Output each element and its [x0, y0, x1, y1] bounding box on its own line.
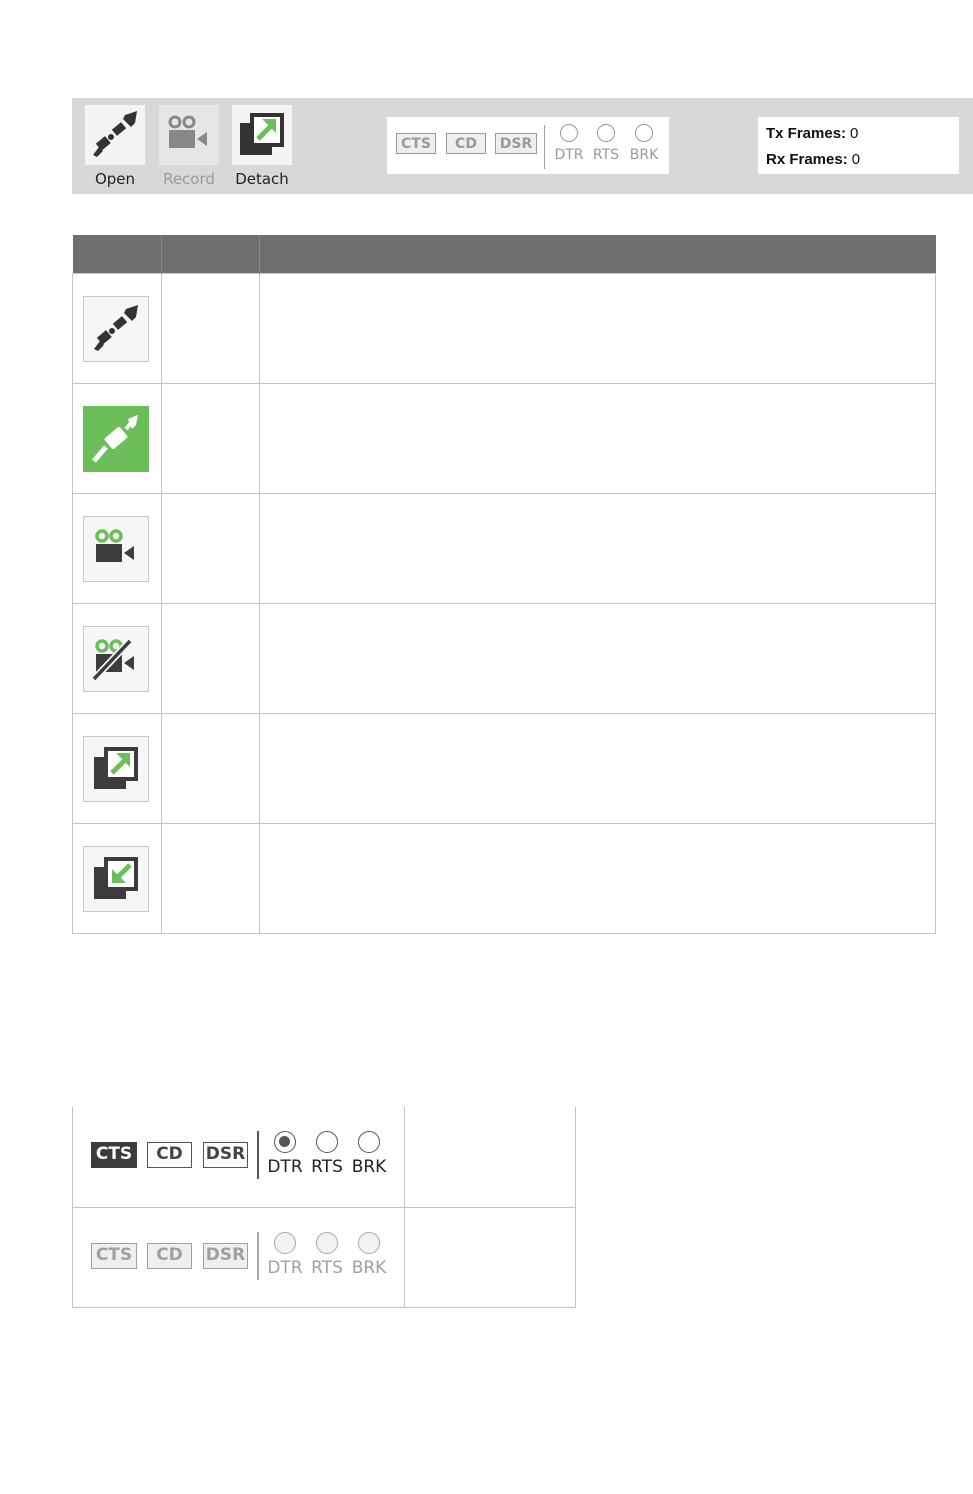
signal-separator: [257, 1131, 259, 1179]
open-button[interactable]: [85, 105, 145, 165]
detach-label: Detach: [235, 170, 289, 188]
signal-separator: [257, 1232, 259, 1280]
icon-cell: [72, 823, 162, 934]
connector-open-icon: [94, 304, 138, 351]
brk-label: BRK: [629, 147, 659, 163]
tx-frames-label: Tx Frames:: [766, 125, 847, 142]
record-camera-icon: [168, 115, 207, 148]
table-cell: [161, 713, 260, 824]
icon-cell: [72, 493, 162, 604]
table-row: [72, 273, 936, 384]
table-row: CTS CD DSR DTR RTS BRK: [73, 1107, 575, 1207]
brk-radio[interactable]: [358, 1232, 380, 1254]
table-cell: [259, 493, 936, 604]
rts-label: RTS: [311, 1157, 343, 1177]
rts-radio[interactable]: [597, 124, 615, 142]
table-header-cell: [259, 235, 936, 274]
table-cell: [161, 273, 260, 384]
serial-toolbar: Open Record Detach CTS CD DSR DTR RTS BR…: [72, 98, 973, 194]
icon-frame: [83, 295, 149, 362]
cts-indicator: CTS: [91, 1243, 137, 1269]
connector-open-icon: [93, 111, 137, 157]
icon-frame: [83, 515, 149, 582]
record-button[interactable]: [159, 105, 219, 165]
table-cell: [259, 713, 936, 824]
icon-reference-table: [72, 235, 936, 934]
attach-window-icon: [94, 856, 138, 899]
icon-cell: [72, 713, 162, 824]
rts-radio[interactable]: [316, 1232, 338, 1254]
icon-cell: [72, 273, 162, 384]
table-cell: [259, 383, 936, 494]
frames-counter-panel: Tx Frames: 0 Rx Frames: 0: [758, 117, 959, 174]
dtr-radio[interactable]: [274, 1232, 296, 1254]
record-stop-camera-icon: [91, 638, 134, 681]
dtr-radio[interactable]: [560, 124, 578, 142]
table-row: [72, 823, 936, 934]
cts-indicator: CTS: [396, 133, 436, 154]
table-row: [72, 713, 936, 824]
brk-radio[interactable]: [358, 1131, 380, 1153]
cts-indicator-active: CTS: [91, 1142, 137, 1168]
table-row: CTS CD DSR DTR RTS BRK: [73, 1207, 575, 1308]
rx-frames-row: Rx Frames: 0: [766, 151, 860, 168]
brk-label: BRK: [351, 1258, 387, 1278]
table-cell: [161, 383, 260, 494]
tx-frames-value: 0: [850, 125, 859, 142]
table-header-row: [72, 235, 936, 274]
table-header-cell: [72, 235, 162, 274]
table-row: [72, 603, 936, 714]
table-header-cell: [161, 235, 260, 274]
rts-label: RTS: [311, 1258, 343, 1278]
cd-indicator: CD: [147, 1243, 192, 1269]
dsr-indicator: DSR: [203, 1142, 248, 1168]
tx-frames-row: Tx Frames: 0: [766, 125, 858, 142]
connector-connected-icon: [92, 414, 138, 463]
icon-cell: [72, 383, 162, 494]
detach-button[interactable]: [232, 105, 292, 165]
detach-window-icon: [240, 113, 284, 155]
detach-window-icon: [94, 746, 138, 789]
brk-radio[interactable]: [635, 124, 653, 142]
icon-frame: [83, 735, 149, 802]
table-row: [72, 493, 936, 604]
rts-label: RTS: [592, 147, 620, 163]
cd-indicator: CD: [446, 133, 486, 154]
signal-state-table: CTS CD DSR DTR RTS BRK CTS CD DSR DTR RT…: [72, 1107, 576, 1308]
dtr-label: DTR: [267, 1258, 303, 1278]
table-cell: [259, 603, 936, 714]
dsr-indicator: DSR: [203, 1243, 248, 1269]
icon-frame: [83, 405, 149, 472]
signal-status-panel: CTS CD DSR DTR RTS BRK: [387, 117, 669, 174]
rx-frames-label: Rx Frames:: [766, 151, 848, 168]
table-cell: [161, 823, 260, 934]
dtr-radio-checked[interactable]: [274, 1131, 296, 1153]
table-cell: [161, 493, 260, 604]
dtr-label: DTR: [267, 1157, 303, 1177]
rts-radio[interactable]: [316, 1131, 338, 1153]
table-cell: [259, 823, 936, 934]
icon-frame: [83, 845, 149, 912]
cd-indicator: CD: [147, 1142, 192, 1168]
dsr-indicator: DSR: [495, 133, 537, 154]
icon-cell: [72, 603, 162, 714]
record-camera-icon: [95, 528, 134, 562]
table-cell: [259, 273, 936, 384]
dtr-label: DTR: [554, 147, 584, 163]
table-cell: [161, 603, 260, 714]
signal-separator: [544, 125, 545, 169]
icon-frame: [83, 625, 149, 692]
rx-frames-value: 0: [851, 151, 861, 168]
brk-label: BRK: [351, 1157, 387, 1177]
table-row: [72, 383, 936, 494]
